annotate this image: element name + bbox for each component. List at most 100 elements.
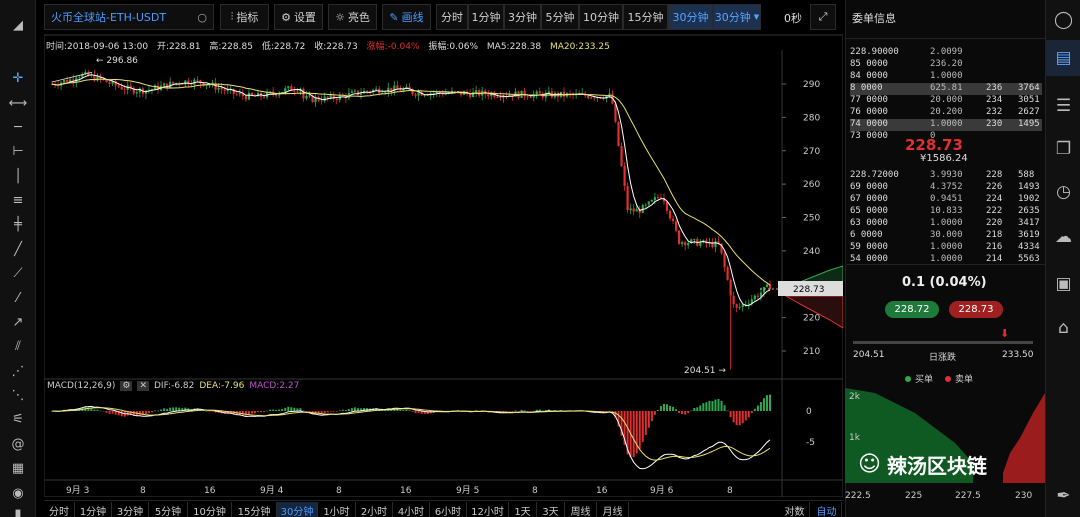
spread: 0.1 (0.04%) <box>902 275 987 290</box>
macd-bar <box>266 410 269 412</box>
bottom-interval-tab[interactable]: 5分钟 <box>149 502 188 517</box>
bottom-interval-tab[interactable]: 2小时 <box>356 502 393 517</box>
bid-row[interactable]: 59 0000 1.0000 216 4334 <box>850 242 1042 254</box>
measure-icon[interactable]: ▦ <box>0 457 36 479</box>
macd-bar <box>257 411 260 413</box>
orderbook-cell: 220 <box>986 218 1003 228</box>
bid-row[interactable]: 67 0000 0.9451 224 1902 <box>850 194 1042 206</box>
ask-row[interactable]: 8 0000 625.81 236 3764 <box>850 83 1042 95</box>
bottom-interval-tab[interactable]: 月线 <box>597 502 629 517</box>
fib-icon[interactable]: ⚟ <box>0 408 36 430</box>
candle-body <box>384 92 387 93</box>
horizontal-line-icon[interactable]: ─ <box>0 116 36 138</box>
log-scale-button[interactable]: 对数 <box>780 502 810 517</box>
market-selector[interactable]: 火币全球站-ETH-USDT ○ <box>44 4 214 30</box>
bottom-interval-tab[interactable]: 分时 <box>44 502 75 517</box>
bottom-interval-tab[interactable]: 1小时 <box>318 502 356 517</box>
horizontal-ray-icon[interactable]: ⟷ <box>0 92 36 114</box>
sell-button[interactable]: 228.73 <box>949 301 1003 318</box>
copy-icon[interactable]: ❐ <box>1046 131 1080 167</box>
chat-icon[interactable]: ☁ <box>1046 219 1080 255</box>
auto-scale-button[interactable]: 自动 <box>812 502 842 517</box>
ask-row[interactable]: 76 0000 20.200 232 2627 <box>850 107 1042 119</box>
fan-icon[interactable]: ⋱ <box>0 384 36 406</box>
time-tick-label: 16 <box>596 486 608 496</box>
theme-button[interactable]: ☼ 亮色 <box>328 4 377 30</box>
top-toolbar: 火币全球站-ETH-USDT ○ ⫶ 指标 ⚙ 设置 ☼ 亮色 ✎ 画线 分时 1分钟 … <box>44 4 840 30</box>
bid-row[interactable]: 65 0000 10.833 222 2635 <box>850 206 1042 218</box>
ask-row[interactable]: 85 0000 236.20 <box>850 59 1042 71</box>
bid-row[interactable]: 228.72000 3.9930 228 588 <box>850 170 1042 182</box>
macd-bar <box>684 411 687 415</box>
ray-icon[interactable]: ⟋ <box>0 262 36 284</box>
ask-row[interactable]: 84 0000 1.0000 <box>850 71 1042 83</box>
bottom-interval-tab[interactable]: 4小时 <box>393 502 430 517</box>
eye-icon[interactable]: ◉ <box>0 482 36 504</box>
interval-tab-selected[interactable]: 30分钟 <box>668 4 713 30</box>
bid-row[interactable]: 63 0000 1.0000 220 3417 <box>850 218 1042 230</box>
interval-dropdown[interactable]: 30分钟 ▼ <box>713 4 761 30</box>
bottom-interval-tab[interactable]: 1分钟 <box>75 502 112 517</box>
draw-button[interactable]: ✎ 画线 <box>382 4 431 30</box>
bottom-interval-tab[interactable]: 3天 <box>537 502 565 517</box>
interval-tab[interactable]: 分时 <box>436 4 468 30</box>
bottom-interval-tab[interactable]: 周线 <box>565 502 597 517</box>
vertical-line-icon[interactable]: │ <box>0 165 36 187</box>
bottom-interval-tab[interactable]: 12小时 <box>467 502 509 517</box>
price-tick-label: 290 <box>803 80 820 90</box>
bottom-interval-tab[interactable]: 30分钟 <box>277 502 318 517</box>
crosshair-icon[interactable]: ✛ <box>0 67 36 89</box>
candle-body <box>535 91 538 95</box>
price-line-icon[interactable]: ≡ <box>0 189 36 211</box>
buy-button[interactable]: 228.72 <box>885 301 939 318</box>
orderbook-cell: 236 <box>986 83 1003 93</box>
price-chart[interactable]: 2902802702602502402302202100-5 9月 38169月… <box>44 34 843 497</box>
bottom-interval-tab[interactable]: 3分钟 <box>112 502 149 517</box>
horizontal-segment-icon[interactable]: ⊢ <box>0 140 36 162</box>
macd-bar <box>253 411 256 414</box>
macd-bar <box>687 411 690 414</box>
trend-line-icon[interactable]: ╱ <box>0 238 36 260</box>
bank-icon[interactable]: ⌂ <box>1046 310 1080 346</box>
macd-bar <box>511 411 514 412</box>
orderbook-cell: 232 <box>986 107 1003 117</box>
clock-icon[interactable]: ◷ <box>1046 174 1080 210</box>
bottom-interval-tab[interactable]: 1天 <box>509 502 537 517</box>
indicators-button[interactable]: ⫶ 指标 <box>220 4 269 30</box>
bottom-interval-tab[interactable]: 10分钟 <box>188 502 232 517</box>
macd-close-icon[interactable]: ✕ <box>137 381 149 391</box>
user-icon[interactable]: ◯ <box>1046 2 1080 38</box>
settings-button[interactable]: ⚙ 设置 <box>274 4 323 30</box>
candle-body <box>659 197 663 199</box>
candle-body <box>172 81 175 84</box>
info-icon[interactable]: ▣ <box>1046 266 1080 302</box>
ask-row[interactable]: 77 0000 20.000 234 3051 <box>850 95 1042 107</box>
interval-tab[interactable]: 10分钟 <box>579 4 623 30</box>
pitchfork-icon[interactable]: ⋰ <box>0 360 36 382</box>
candle-body <box>547 91 550 93</box>
bottom-interval-tab[interactable]: 15分钟 <box>232 502 277 517</box>
orderbook-cell: 1.0000 <box>930 242 963 252</box>
ask-row[interactable]: 228.90000 2.0099 <box>850 47 1042 59</box>
interval-tab[interactable]: 1分钟 <box>468 4 504 30</box>
arrow-icon[interactable]: ↗ <box>0 311 36 333</box>
channel-icon[interactable]: ⫽ <box>0 335 36 357</box>
orderbook-icon[interactable]: ▤ <box>1046 40 1080 76</box>
trades-icon[interactable]: ☰ <box>1046 88 1080 124</box>
interval-tab[interactable]: 5分钟 <box>541 4 579 30</box>
trash-icon[interactable]: ▮ <box>0 503 36 517</box>
macd-bar <box>205 410 208 412</box>
bid-row[interactable]: 69 0000 4.3752 226 1493 <box>850 182 1042 194</box>
segment-icon[interactable]: ⁄ <box>0 287 36 309</box>
candle-body <box>220 87 223 90</box>
bottom-interval-tab[interactable]: 6小时 <box>430 502 467 517</box>
ask-row[interactable]: 74 0000 1.0000 230 1495 <box>850 119 1042 131</box>
pen-icon[interactable]: ✒ <box>1046 478 1080 514</box>
bid-row[interactable]: 6 0000 30.000 218 3619 <box>850 230 1042 242</box>
macd-settings-icon[interactable]: ⚙ <box>120 381 133 391</box>
fullscreen-icon[interactable]: ⤢ <box>810 4 836 30</box>
parallel-channel-icon[interactable]: ╪ <box>0 213 36 235</box>
spiral-icon[interactable]: @ <box>0 433 36 455</box>
interval-tab[interactable]: 3分钟 <box>504 4 541 30</box>
interval-tab[interactable]: 15分钟 <box>623 4 668 30</box>
